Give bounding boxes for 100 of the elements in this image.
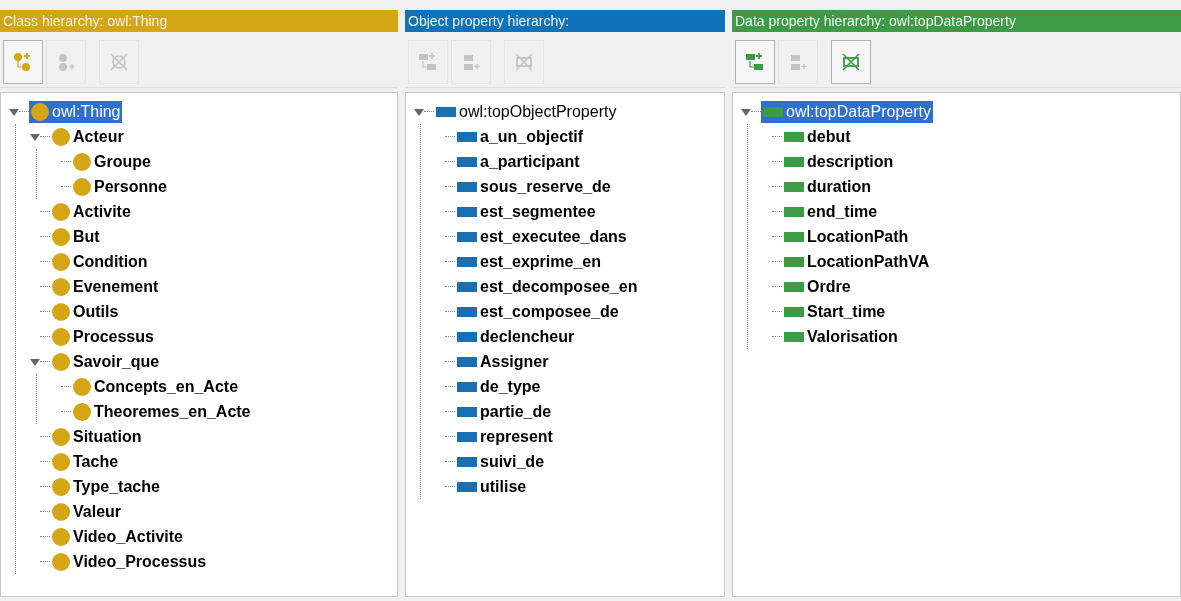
tree-item[interactable]: Concepts_en_Acte bbox=[71, 375, 241, 398]
tree-item[interactable]: Situation bbox=[50, 425, 144, 448]
tree-item[interactable]: Valeur bbox=[50, 500, 124, 523]
tree-item[interactable]: Activite bbox=[50, 200, 133, 223]
tree-item[interactable]: Condition bbox=[50, 250, 150, 273]
class-icon bbox=[52, 327, 70, 346]
class-icon bbox=[52, 277, 70, 296]
tree-item[interactable]: Ordre bbox=[782, 275, 853, 298]
tree-item[interactable]: Outils bbox=[50, 300, 121, 323]
tree-item[interactable]: declencheur bbox=[455, 325, 577, 348]
tree-item[interactable]: debut bbox=[782, 125, 853, 148]
tree-item[interactable]: Type_tache bbox=[50, 475, 162, 498]
class-icon bbox=[52, 202, 70, 221]
class-icon bbox=[52, 452, 70, 471]
tree-item[interactable]: LocationPathVA bbox=[782, 250, 932, 273]
class-icon bbox=[52, 227, 70, 246]
property-icon bbox=[436, 106, 456, 117]
tree-item[interactable]: Groupe bbox=[71, 150, 153, 173]
tree-item[interactable]: est_composee_de bbox=[455, 300, 621, 323]
tree-item[interactable]: Savoir_que bbox=[50, 350, 162, 373]
tree-item[interactable]: de_type bbox=[455, 375, 543, 398]
property-icon bbox=[457, 381, 477, 392]
property-icon bbox=[457, 181, 477, 192]
tree-item[interactable]: partie_de bbox=[455, 400, 554, 423]
expand-toggle[interactable] bbox=[30, 356, 40, 367]
toolbar-button[interactable] bbox=[735, 40, 775, 84]
class-icon bbox=[73, 152, 91, 171]
class-icon bbox=[52, 352, 70, 371]
property-icon bbox=[457, 231, 477, 242]
tree-item[interactable]: Assigner bbox=[455, 350, 551, 373]
property-icon bbox=[784, 156, 804, 167]
property-icon bbox=[763, 106, 783, 117]
class-icon bbox=[73, 177, 91, 196]
property-icon bbox=[784, 331, 804, 342]
tree-item[interactable]: utilise bbox=[455, 475, 529, 498]
tree-item[interactable]: a_participant bbox=[455, 150, 582, 173]
expand-toggle[interactable] bbox=[741, 106, 751, 117]
tree-item[interactable]: end_time bbox=[782, 200, 880, 223]
tree-item[interactable]: Processus bbox=[50, 325, 156, 348]
class-icon bbox=[52, 502, 70, 521]
property-icon bbox=[457, 406, 477, 417]
tree-item[interactable]: Video_Processus bbox=[50, 550, 209, 573]
tree-item[interactable]: Tache bbox=[50, 450, 121, 473]
tree-item[interactable]: est_executee_dans bbox=[455, 225, 629, 248]
class-icon bbox=[52, 302, 70, 321]
toolbar-button[interactable] bbox=[831, 40, 871, 84]
tree-item[interactable]: suivi_de bbox=[455, 450, 547, 473]
toolbar-button[interactable] bbox=[3, 40, 43, 84]
tree-item[interactable]: Video_Activite bbox=[50, 525, 185, 548]
property-icon bbox=[457, 431, 477, 442]
tree-item[interactable]: duration bbox=[782, 175, 873, 198]
property-icon bbox=[784, 181, 804, 192]
tree-item[interactable]: Acteur bbox=[50, 125, 126, 148]
class-icon bbox=[73, 402, 91, 421]
property-icon bbox=[457, 281, 477, 292]
class-icon bbox=[52, 127, 70, 146]
delete-icon bbox=[513, 51, 535, 73]
tree-item[interactable]: est_segmentee bbox=[455, 200, 598, 223]
property-icon bbox=[784, 206, 804, 217]
tree-item[interactable]: est_decomposee_en bbox=[455, 275, 640, 298]
property-icon bbox=[784, 256, 804, 267]
property-icon bbox=[457, 256, 477, 267]
expand-toggle[interactable] bbox=[414, 106, 424, 117]
property-icon bbox=[457, 356, 477, 367]
class-icon bbox=[73, 377, 91, 396]
tree-item[interactable]: represent bbox=[455, 425, 555, 448]
property-icon bbox=[457, 131, 477, 142]
tree-item[interactable]: Start_time bbox=[782, 300, 888, 323]
property-icon bbox=[784, 281, 804, 292]
expand-toggle[interactable] bbox=[9, 106, 19, 117]
tree-item[interactable]: LocationPath bbox=[782, 225, 911, 248]
tree-item[interactable]: a_un_objectif bbox=[455, 125, 586, 148]
property-icon bbox=[457, 206, 477, 217]
property-icon bbox=[457, 331, 477, 342]
expand-toggle[interactable] bbox=[30, 131, 40, 142]
class-icon bbox=[52, 552, 70, 571]
delete-icon bbox=[840, 51, 862, 73]
property-icon bbox=[784, 306, 804, 317]
tree-item[interactable]: owl:topObjectProperty bbox=[434, 100, 619, 123]
tree-item[interactable]: Theoremes_en_Acte bbox=[71, 400, 253, 423]
tree-item[interactable]: sous_reserve_de bbox=[455, 175, 613, 198]
add-child-icon bbox=[744, 51, 766, 73]
tree-item[interactable]: description bbox=[782, 150, 896, 173]
delete-icon bbox=[108, 51, 130, 73]
property-icon bbox=[457, 156, 477, 167]
tree-item[interactable]: Evenement bbox=[50, 275, 161, 298]
panel-header: Data property hierarchy: owl:topDataProperty bbox=[732, 10, 1181, 32]
tree-item[interactable]: owl:topDataProperty bbox=[761, 100, 933, 123]
class-icon bbox=[52, 527, 70, 546]
class-icon bbox=[52, 427, 70, 446]
tree-item[interactable]: But bbox=[50, 225, 102, 248]
panel-header: Class hierarchy: owl:Thing bbox=[0, 10, 398, 32]
property-icon bbox=[457, 456, 477, 467]
class-icon bbox=[52, 477, 70, 496]
tree-item[interactable]: owl:Thing bbox=[29, 100, 123, 123]
tree-item[interactable]: est_exprime_en bbox=[455, 250, 603, 273]
property-icon bbox=[784, 231, 804, 242]
tree-item[interactable]: Valorisation bbox=[782, 325, 900, 348]
tree-item[interactable]: Personne bbox=[71, 175, 169, 198]
property-icon bbox=[784, 131, 804, 142]
